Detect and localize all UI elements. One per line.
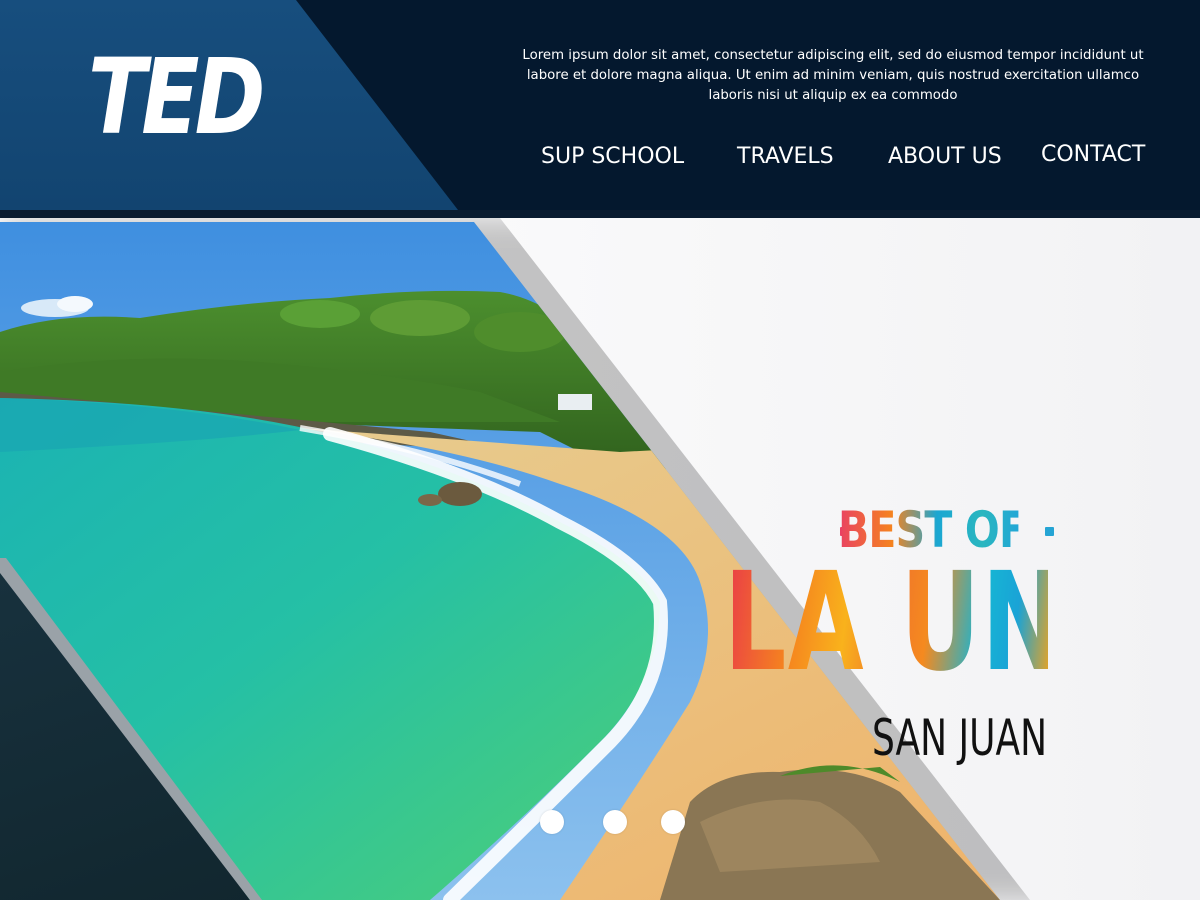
- nav-sup-school[interactable]: SUP SCHOOL: [541, 140, 684, 174]
- header-divider: [0, 210, 1200, 218]
- carousel-dot[interactable]: [540, 810, 564, 834]
- site-logo[interactable]: TED: [88, 42, 265, 152]
- hero-subtitle: SAN JUAN: [872, 709, 1048, 767]
- main-nav: SUP SCHOOL TRAVELS ABOUT US CONTACT: [520, 140, 1180, 174]
- brand-accent-dot: [1045, 527, 1054, 536]
- carousel-dot[interactable]: [603, 810, 627, 834]
- carousel-indicators: [540, 810, 700, 836]
- header-tagline: Lorem ipsum dolor sit amet, consectetur …: [522, 48, 1144, 103]
- brand-la-union: LA UNION: [724, 548, 1200, 698]
- site-header: TED Lorem ipsum dolor sit amet, consecte…: [0, 0, 1200, 218]
- hero-section: BEST OF LA UNION SAN JUAN: [0, 218, 1200, 900]
- carousel-dot[interactable]: [661, 810, 685, 834]
- nav-travels[interactable]: TRAVELS: [737, 140, 834, 174]
- nav-contact[interactable]: CONTACT: [1041, 138, 1145, 172]
- nav-about-us[interactable]: ABOUT US: [888, 140, 1002, 174]
